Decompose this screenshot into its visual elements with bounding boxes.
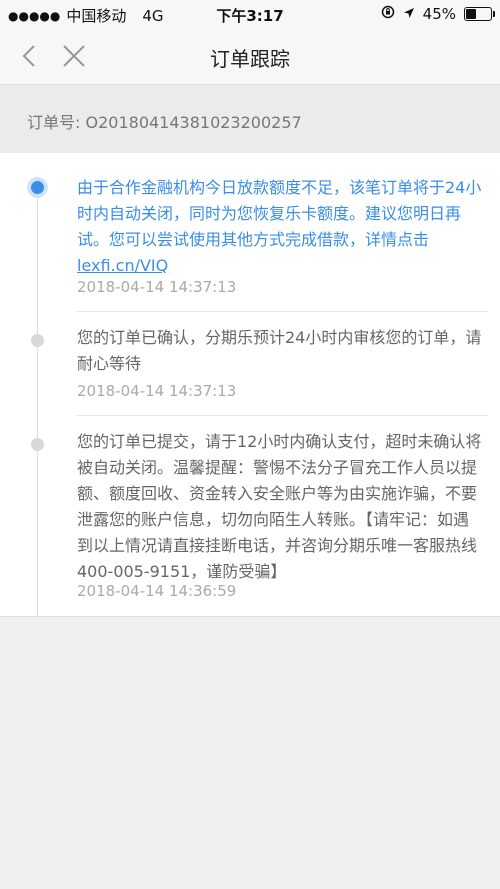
timeline-dot (31, 334, 44, 347)
location-icon (403, 5, 415, 23)
navigation-bar: 订单跟踪 (0, 28, 500, 85)
timeline-message: 您的订单已确认，分期乐预计24小时内审核您的订单，请耐心等待 (77, 328, 482, 373)
rotation-lock-icon (381, 5, 395, 23)
divider (77, 311, 487, 312)
battery-icon (464, 7, 495, 21)
timeline-dot (31, 438, 44, 451)
timeline-dot-active (31, 181, 44, 194)
timeline-message: 您的订单已提交，请于12小时内确认支付，超时未确认将被自动关闭。温馨提醒：警惕不… (77, 432, 482, 581)
order-number-label: 订单号: (27, 113, 81, 132)
details-link[interactable]: lexfi.cn/VIQ (77, 256, 168, 275)
timeline-time: 2018-04-14 14:36:59 (77, 582, 237, 600)
order-number-row: 订单号: O20180414381023200257 (0, 85, 500, 154)
divider (77, 415, 487, 416)
timeline-time: 2018-04-14 14:37:13 (77, 382, 237, 400)
page-title: 订单跟踪 (210, 47, 290, 71)
timeline-message: 由于合作金融机构今日放款额度不足，该笔订单将于24小时内自动关闭，同时为您恢复乐… (77, 178, 482, 275)
battery-percent: 45% (422, 5, 456, 23)
timeline-time: 2018-04-14 14:37:13 (77, 278, 237, 296)
order-timeline: 由于合作金融机构今日放款额度不足，该笔订单将于24小时内自动关闭，同时为您恢复乐… (0, 153, 500, 617)
timeline-line (37, 191, 38, 616)
order-number-value: O20180414381023200257 (85, 113, 302, 132)
status-bar: ●●●●● 中国移动 4G 下午3:17 45% (0, 0, 500, 28)
